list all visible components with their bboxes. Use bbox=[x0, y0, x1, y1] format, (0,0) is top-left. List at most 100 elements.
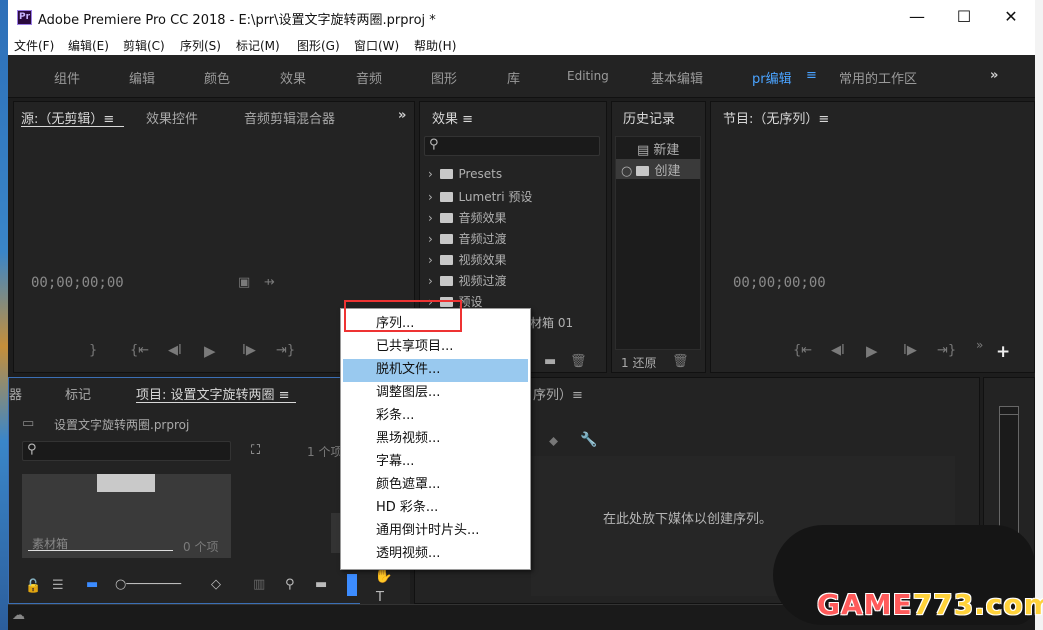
menu-file[interactable]: 文件(F) bbox=[14, 37, 54, 54]
search-icon: ⚲ bbox=[429, 137, 439, 152]
automate-icon[interactable]: ▥ bbox=[253, 577, 265, 592]
tree-item-bin[interactable]: 材箱 01 bbox=[530, 314, 573, 331]
workspace-overflow-icon[interactable]: » bbox=[990, 68, 998, 83]
go-to-out-icon[interactable]: ⇥} bbox=[937, 343, 956, 358]
chevron-right-icon: › bbox=[428, 253, 441, 267]
chevron-right-icon: › bbox=[428, 274, 441, 288]
workspace-audio[interactable]: 音频 bbox=[356, 68, 382, 87]
tab-source[interactable]: 源:（无剪辑）≡ bbox=[21, 108, 114, 127]
program-timecode[interactable]: 00;00;00;00 bbox=[733, 275, 826, 291]
close-button[interactable]: ✕ bbox=[991, 6, 1031, 30]
workspace-effects[interactable]: 效果 bbox=[280, 68, 306, 87]
trash-icon[interactable]: 🗑 bbox=[570, 354, 587, 369]
watermark-logo: GAME773.com bbox=[817, 588, 1043, 621]
icon-view-icon[interactable]: ▬ bbox=[86, 577, 98, 592]
workspace-editing[interactable]: Editing bbox=[567, 69, 609, 83]
menu-graphics[interactable]: 图形(G) bbox=[297, 37, 340, 54]
project-search-input[interactable]: ⚲ bbox=[22, 441, 231, 461]
tab-media-browser[interactable]: 器 bbox=[9, 384, 22, 403]
new-item-button[interactable] bbox=[347, 574, 357, 596]
new-bin-icon[interactable]: ▬ bbox=[315, 577, 327, 592]
find-icon[interactable]: ⚲ bbox=[285, 577, 295, 592]
bin-label-field[interactable]: 素材箱 bbox=[28, 533, 173, 551]
tree-item-video-transitions[interactable]: › 视频过渡 bbox=[428, 272, 506, 289]
menu-item-transparent-video[interactable]: 透明视频... bbox=[343, 543, 528, 566]
type-tool-icon[interactable]: T bbox=[376, 590, 384, 605]
creative-cloud-icon[interactable]: ☁ bbox=[12, 608, 25, 623]
history-item-new[interactable]: ▤ 新建 bbox=[637, 139, 679, 158]
step-forward-icon[interactable]: I▶ bbox=[903, 343, 917, 358]
mark-out-icon[interactable]: } bbox=[89, 343, 97, 358]
menu-item-caption[interactable]: 字幕... bbox=[343, 451, 528, 474]
lock-icon[interactable]: 🔓 bbox=[25, 579, 41, 594]
menu-item-countdown-leader[interactable]: 通用倒计时片头... bbox=[343, 520, 528, 543]
step-back-icon[interactable]: ◀I bbox=[831, 343, 845, 358]
workspace-basic-editing[interactable]: 基本编辑 bbox=[651, 68, 703, 87]
tree-item-audio-effects[interactable]: › 音频效果 bbox=[428, 209, 506, 226]
timeline-panel-title[interactable]: 序列）≡ bbox=[533, 384, 583, 403]
menu-item-hd-bars-tone[interactable]: HD 彩条... bbox=[343, 497, 528, 520]
program-panel-title[interactable]: 节目:（无序列）≡ bbox=[723, 108, 829, 127]
menu-sequence[interactable]: 序列(S) bbox=[180, 37, 221, 54]
marker-icon[interactable]: ⬥ bbox=[549, 434, 558, 449]
menu-item-black-video[interactable]: 黑场视频... bbox=[343, 428, 528, 451]
workspace-menu-icon[interactable]: ≡ bbox=[806, 68, 817, 83]
effects-panel-title[interactable]: 效果 ≡ bbox=[432, 108, 473, 127]
list-view-icon[interactable]: ☰ bbox=[52, 578, 64, 593]
menu-edit[interactable]: 编辑(E) bbox=[68, 37, 109, 54]
tab-effect-controls[interactable]: 效果控件 bbox=[146, 108, 198, 127]
insert-icon[interactable]: ⇸ bbox=[264, 275, 275, 290]
workspace-common[interactable]: 常用的工作区 bbox=[839, 68, 917, 87]
workspace-pr-editing[interactable]: pr编辑 bbox=[752, 68, 792, 87]
panel-overflow-icon[interactable]: » bbox=[398, 108, 406, 123]
step-back-icon[interactable]: ◀I bbox=[168, 343, 182, 358]
menu-marker[interactable]: 标记(M) bbox=[236, 37, 280, 54]
source-timecode[interactable]: 00;00;00;00 bbox=[31, 275, 124, 291]
workspace-color[interactable]: 颜色 bbox=[204, 68, 230, 87]
new-bin-icon[interactable]: ▬ bbox=[544, 354, 556, 369]
workspace-graphics[interactable]: 图形 bbox=[431, 68, 457, 87]
folder-icon bbox=[440, 213, 454, 223]
minimize-button[interactable]: — bbox=[897, 6, 937, 30]
history-item-create[interactable]: ○ 创建 bbox=[621, 160, 681, 179]
tree-item-audio-transitions[interactable]: › 音频过渡 bbox=[428, 230, 506, 247]
workspace-editing-cn[interactable]: 编辑 bbox=[129, 68, 155, 87]
tree-item-lumetri[interactable]: › Lumetri 预设 bbox=[428, 188, 532, 205]
wrench-icon[interactable]: 🔧 bbox=[580, 432, 597, 448]
tree-item-presets[interactable]: › Presets bbox=[428, 167, 502, 181]
new-search-bin-icon[interactable]: ⛶ bbox=[251, 443, 260, 458]
menu-item-color-matte[interactable]: 颜色遮罩... bbox=[343, 474, 528, 497]
overflow-icon[interactable]: » bbox=[976, 338, 983, 352]
menu-item-adjustment-layer[interactable]: 调整图层... bbox=[343, 382, 528, 405]
tab-markers[interactable]: 标记 bbox=[65, 384, 91, 403]
play-icon[interactable]: ▶ bbox=[866, 342, 878, 360]
export-frame-icon[interactable]: ▣ bbox=[238, 275, 250, 290]
menu-item-bars-tone[interactable]: 彩条... bbox=[343, 405, 528, 428]
history-panel-title[interactable]: 历史记录 bbox=[623, 108, 675, 127]
workspace-assembly[interactable]: 组件 bbox=[54, 68, 80, 87]
menu-clip[interactable]: 剪辑(C) bbox=[123, 37, 165, 54]
play-icon[interactable]: ▶ bbox=[204, 342, 216, 360]
chevron-right-icon: › bbox=[428, 211, 441, 225]
step-forward-icon[interactable]: I▶ bbox=[242, 343, 256, 358]
menu-window[interactable]: 窗口(W) bbox=[354, 37, 399, 54]
trash-icon[interactable]: 🗑 bbox=[672, 354, 689, 369]
drop-hint-text: 在此处放下媒体以创建序列。 bbox=[603, 512, 773, 527]
go-to-in-icon[interactable]: {⇤ bbox=[793, 343, 812, 358]
tab-audio-clip-mixer[interactable]: 音频剪辑混合器 bbox=[244, 108, 335, 127]
workspace-libraries[interactable]: 库 bbox=[507, 68, 520, 87]
menu-item-shared-project[interactable]: 已共享项目... bbox=[343, 336, 528, 359]
go-to-in-icon[interactable]: {⇤ bbox=[130, 343, 149, 358]
project-file-name: 设置文字旋转两圈.prproj bbox=[54, 418, 190, 432]
tree-item-video-effects[interactable]: › 视频效果 bbox=[428, 251, 506, 268]
menu-help[interactable]: 帮助(H) bbox=[414, 37, 456, 54]
zoom-slider[interactable]: ○─────── bbox=[115, 577, 181, 592]
search-icon: ⚲ bbox=[27, 442, 37, 457]
maximize-button[interactable]: ☐ bbox=[944, 6, 984, 30]
effects-search-input[interactable]: ⚲ bbox=[424, 136, 600, 156]
menu-item-offline-file[interactable]: 脱机文件... bbox=[343, 359, 528, 382]
sort-icon[interactable]: ◇ bbox=[211, 577, 221, 592]
tab-project[interactable]: 项目: 设置文字旋转两圈 ≡ bbox=[136, 384, 290, 403]
add-button-icon[interactable]: + bbox=[996, 342, 1010, 362]
go-to-out-icon[interactable]: ⇥} bbox=[276, 343, 295, 358]
